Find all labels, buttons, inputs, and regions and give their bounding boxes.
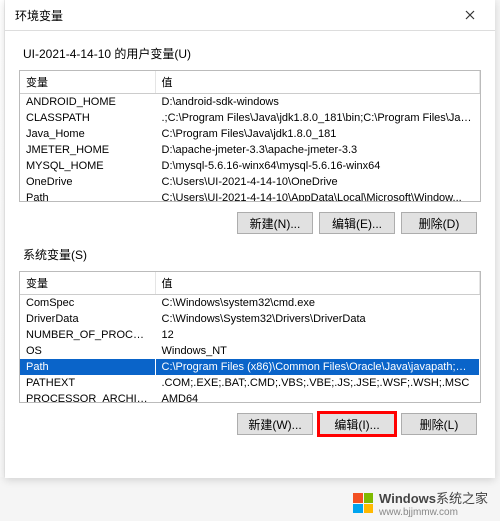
var-name-cell: Java_Home [20,126,155,142]
table-row[interactable]: OSWindows_NT [20,343,480,359]
sys-button-row: 新建(W)... 编辑(I)... 删除(L) [19,413,477,435]
table-row[interactable]: DriverDataC:\Windows\System32\Drivers\Dr… [20,311,480,327]
var-name-cell: DriverData [20,311,155,327]
col-var[interactable]: 变量 [20,71,155,94]
col-val[interactable]: 值 [155,71,480,94]
user-new-button[interactable]: 新建(N)... [237,212,313,234]
var-name-cell: JMETER_HOME [20,142,155,158]
var-value-cell: C:\Program Files (x86)\Common Files\Orac… [155,359,480,375]
watermark-text: Windows系统之家 www.bjjmmw.com [379,488,488,518]
col-var[interactable]: 变量 [20,272,155,295]
table-row[interactable]: CLASSPATH.;C:\Program Files\Java\jdk1.8.… [20,110,480,126]
watermark-brand: Windows [379,491,436,506]
var-value-cell: Windows_NT [155,343,480,359]
col-val[interactable]: 值 [155,272,480,295]
table-row[interactable]: PathC:\Program Files (x86)\Common Files\… [20,359,480,375]
table-row[interactable]: ComSpecC:\Windows\system32\cmd.exe [20,295,480,311]
table-row[interactable]: OneDriveC:\Users\UI-2021-4-14-10\OneDriv… [20,174,480,190]
var-name-cell: CLASSPATH [20,110,155,126]
var-name-cell: ComSpec [20,295,155,311]
var-value-cell: C:\Users\UI-2021-4-14-10\OneDrive [155,174,480,190]
sys-vars-label: 系统变量(S) [23,246,481,263]
user-vars-table[interactable]: 变量 值 [20,71,480,94]
user-vars-label: UI-2021-4-14-10 的用户变量(U) [23,45,481,62]
sys-new-button[interactable]: 新建(W)... [237,413,313,435]
var-name-cell: MYSQL_HOME [20,158,155,174]
var-name-cell: ANDROID_HOME [20,94,155,110]
var-name-cell: PROCESSOR_ARCHITECT... [20,391,155,403]
table-row[interactable]: JMETER_HOMED:\apache-jmeter-3.3\apache-j… [20,142,480,158]
var-value-cell: .;C:\Program Files\Java\jdk1.8.0_181\bin… [155,110,480,126]
dialog-title: 环境变量 [15,7,63,24]
table-row[interactable]: ANDROID_HOMED:\android-sdk-windows [20,94,480,110]
var-value-cell: 12 [155,327,480,343]
var-value-cell: D:\android-sdk-windows [155,94,480,110]
var-value-cell: D:\apache-jmeter-3.3\apache-jmeter-3.3 [155,142,480,158]
user-edit-button[interactable]: 编辑(E)... [319,212,395,234]
var-value-cell: .COM;.EXE;.BAT;.CMD;.VBS;.VBE;.JS;.JSE;.… [155,375,480,391]
var-value-cell: C:\Program Files\Java\jdk1.8.0_181 [155,126,480,142]
sys-vars-table[interactable]: 变量 值 [20,272,480,295]
var-name-cell: OS [20,343,155,359]
sys-edit-button[interactable]: 编辑(I)... [319,413,395,435]
sys-vars-scroll[interactable]: ComSpecC:\Windows\system32\cmd.exeDriver… [20,295,480,403]
dialog-titlebar: 环境变量 [5,0,495,31]
watermark-site: 系统之家 [436,491,488,506]
var-value-cell: C:\Windows\system32\cmd.exe [155,295,480,311]
var-name-cell: OneDrive [20,174,155,190]
env-vars-dialog: 环境变量 UI-2021-4-14-10 的用户变量(U) 变量 值 ANDRO… [5,0,495,478]
user-delete-button[interactable]: 删除(D) [401,212,477,234]
sys-vars-table-frame: 变量 值 ComSpecC:\Windows\system32\cmd.exeD… [19,271,481,403]
table-row[interactable]: MYSQL_HOMED:\mysql-5.6.16-winx64\mysql-5… [20,158,480,174]
user-vars-table-frame: 变量 值 ANDROID_HOMED:\android-sdk-windowsC… [19,70,481,202]
watermark-url: www.bjjmmw.com [379,507,488,518]
var-name-cell: PATHEXT [20,375,155,391]
close-button[interactable] [451,4,489,26]
user-vars-scroll[interactable]: ANDROID_HOMED:\android-sdk-windowsCLASSP… [20,94,480,202]
var-value-cell: AMD64 [155,391,480,403]
var-value-cell: C:\Users\UI-2021-4-14-10\AppData\Local\M… [155,190,480,202]
close-icon [465,10,475,20]
var-name-cell: Path [20,190,155,202]
table-row[interactable]: PathC:\Users\UI-2021-4-14-10\AppData\Loc… [20,190,480,202]
user-button-row: 新建(N)... 编辑(E)... 删除(D) [19,212,477,234]
var-value-cell: D:\mysql-5.6.16-winx64\mysql-5.6.16-winx… [155,158,480,174]
table-row[interactable]: NUMBER_OF_PROCESSORS12 [20,327,480,343]
watermark: Windows系统之家 www.bjjmmw.com [353,488,488,518]
var-name-cell: NUMBER_OF_PROCESSORS [20,327,155,343]
var-value-cell: C:\Windows\System32\Drivers\DriverData [155,311,480,327]
sys-delete-button[interactable]: 删除(L) [401,413,477,435]
windows-logo-icon [353,493,373,513]
table-row[interactable]: PROCESSOR_ARCHITECT...AMD64 [20,391,480,403]
table-row[interactable]: PATHEXT.COM;.EXE;.BAT;.CMD;.VBS;.VBE;.JS… [20,375,480,391]
table-row[interactable]: Java_HomeC:\Program Files\Java\jdk1.8.0_… [20,126,480,142]
var-name-cell: Path [20,359,155,375]
